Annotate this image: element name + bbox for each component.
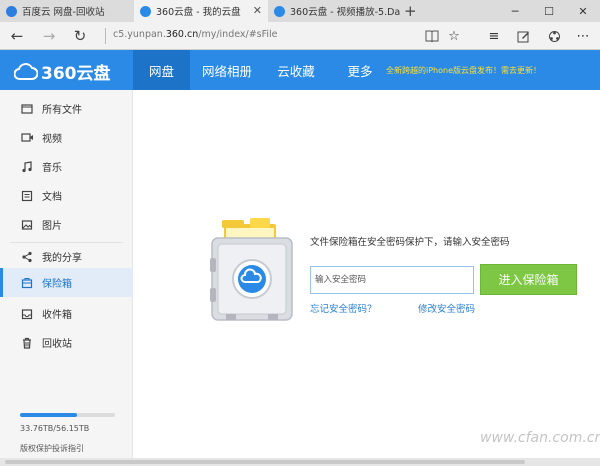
tab-title: 360云盘 - 我的云盘 — [156, 7, 241, 18]
sidebar-item-all-files[interactable]: 所有文件 — [0, 94, 133, 123]
sidebar-item-label: 音乐 — [42, 163, 62, 174]
sidebar-item-music[interactable]: 音乐 — [0, 152, 133, 181]
sidebar-item-images[interactable]: 图片 — [0, 210, 133, 239]
sidebar-item-my-shares[interactable]: 我的分享 — [0, 242, 133, 271]
tab-title: 360云盘 - 视频播放-5.Days.o — [290, 7, 400, 18]
nav-more[interactable]: 更多 — [336, 50, 384, 90]
safe-password-input[interactable] — [310, 266, 474, 294]
close-window-icon[interactable]: ✕ — [566, 0, 600, 22]
cloud-logo-icon — [14, 62, 38, 80]
scrollbar-thumb[interactable] — [5, 460, 525, 464]
tab-360-my-cloud[interactable]: 360云盘 - 我的云盘 ✕ — [134, 0, 268, 22]
sidebar-item-inbox[interactable]: 收件箱 — [0, 299, 133, 328]
copyright-report-link[interactable]: 版权保护投诉指引 — [20, 443, 84, 454]
music-icon — [20, 160, 34, 174]
share-icon[interactable] — [545, 27, 563, 45]
reading-view-icon[interactable] — [423, 27, 441, 45]
app-header: 360云盘 网盘 网络相册 云收藏 更多 全新跨越的iPhone版云盘发布！需去… — [0, 50, 600, 90]
storage-quota-bar — [20, 413, 115, 417]
change-password-link[interactable]: 修改安全密码 — [418, 301, 475, 315]
sidebar-item-label: 图片 — [42, 221, 62, 232]
browser-tab-strip: 百度云 网盘-回收站 360云盘 - 我的云盘 ✕ 360云盘 - 视频播放-5… — [0, 0, 600, 22]
enter-safe-button[interactable]: 进入保险箱 — [480, 264, 577, 295]
360-favicon-icon — [274, 5, 285, 17]
file-icon — [20, 102, 34, 116]
watermark: www.cfan.com.cn — [480, 430, 600, 446]
storage-quota-text: 33.76TB/56.15TB — [20, 424, 90, 433]
nav-favorites[interactable]: 云收藏 — [267, 50, 325, 90]
sidebar-item-video[interactable]: 视频 — [0, 123, 133, 152]
sidebar-item-label: 保险箱 — [42, 279, 72, 290]
close-tab-icon[interactable]: ✕ — [253, 4, 262, 17]
nav-netdisk[interactable]: 网盘 — [133, 50, 190, 90]
document-icon — [20, 189, 34, 203]
sidebar-item-label: 我的分享 — [42, 253, 82, 264]
address-toolbar: ← → ↻ c5.yunpan.360.cn/my/index/#sFile ☆… — [0, 22, 600, 50]
share-icon — [20, 250, 34, 264]
nav-photo-album[interactable]: 网络相册 — [194, 50, 260, 90]
logo-text: 360云盘 — [41, 64, 111, 84]
new-tab-icon[interactable]: + — [404, 2, 417, 20]
tab-360-video[interactable]: 360云盘 - 视频播放-5.Days.o — [268, 0, 400, 22]
video-icon — [20, 131, 34, 145]
sidebar-item-label: 视频 — [42, 134, 62, 145]
web-note-icon[interactable] — [514, 27, 532, 45]
image-icon — [20, 218, 34, 232]
safe-box-icon — [210, 218, 293, 321]
refresh-icon[interactable]: ↻ — [70, 26, 90, 46]
sidebar-item-safe[interactable]: 保险箱 — [0, 268, 133, 297]
maximize-icon[interactable]: ☐ — [532, 0, 566, 22]
favorite-star-icon[interactable]: ☆ — [445, 27, 463, 45]
360-favicon-icon — [140, 5, 151, 17]
sidebar-item-label: 收件箱 — [42, 310, 72, 321]
inbox-icon — [20, 307, 34, 321]
storage-quota-fill — [20, 413, 77, 417]
sidebar-item-label: 所有文件 — [42, 105, 82, 116]
tab-baidu-recycle[interactable]: 百度云 网盘-回收站 — [0, 0, 134, 22]
url-divider — [105, 28, 106, 44]
back-icon[interactable]: ← — [7, 26, 27, 46]
url-field[interactable]: c5.yunpan.360.cn/my/index/#sFile — [113, 29, 278, 40]
hub-icon[interactable]: ≡ — [485, 27, 503, 45]
horizontal-scrollbar[interactable] — [0, 458, 600, 466]
sidebar: 所有文件 视频 音乐 文档 图片 我的分享 保险箱 收件箱 回收站 33.76T… — [0, 90, 133, 460]
sidebar-item-documents[interactable]: 文档 — [0, 181, 133, 210]
forgot-password-link[interactable]: 忘记安全密码？ — [310, 301, 377, 315]
sidebar-item-label: 回收站 — [42, 339, 72, 350]
sidebar-item-label: 文档 — [42, 192, 62, 203]
tab-title: 百度云 网盘-回收站 — [22, 7, 105, 18]
sidebar-item-recycle-bin[interactable]: 回收站 — [0, 328, 133, 357]
logo[interactable]: 360云盘 — [14, 59, 111, 84]
notice-link[interactable]: 全新跨越的iPhone版云盘发布！需去更新！ — [386, 65, 541, 76]
more-options-icon[interactable]: ⋯ — [574, 27, 592, 45]
safe-icon — [20, 276, 34, 290]
baidu-favicon-icon — [6, 5, 17, 17]
minimize-icon[interactable]: ─ — [498, 0, 532, 22]
forward-icon[interactable]: → — [39, 26, 59, 46]
trash-icon — [20, 336, 34, 350]
safe-prompt-text: 文件保险箱在安全密码保护下，请输入安全密码 — [310, 237, 510, 248]
